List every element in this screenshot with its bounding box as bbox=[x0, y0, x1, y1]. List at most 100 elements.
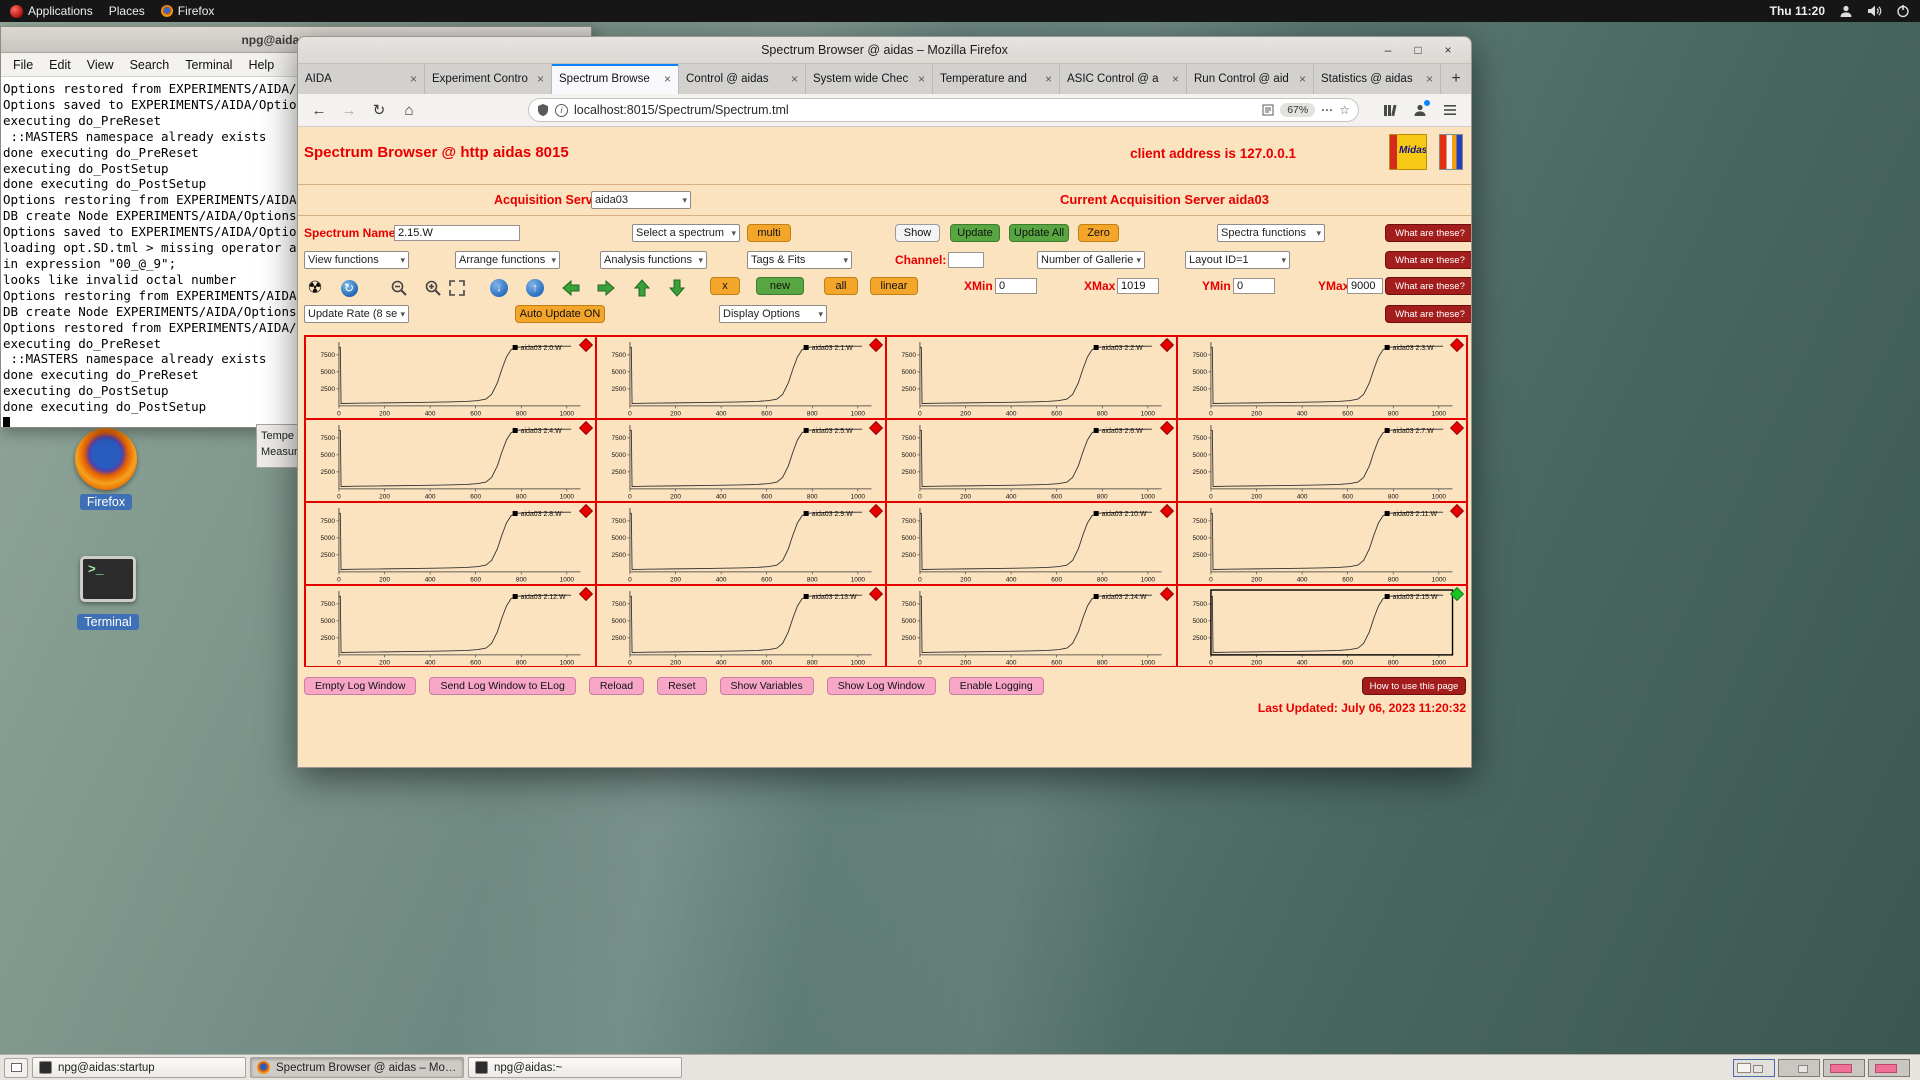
spectrum-cell[interactable]: 25005000750002004006008001000aida03 2.2.… bbox=[886, 336, 1177, 419]
minimize-button[interactable]: – bbox=[1375, 40, 1401, 60]
xmax-input[interactable] bbox=[1117, 278, 1159, 294]
zero-button[interactable]: Zero bbox=[1078, 224, 1119, 242]
maximize-button[interactable]: □ bbox=[1405, 40, 1431, 60]
layout-id-select[interactable]: Layout ID=1▾ bbox=[1185, 251, 1290, 269]
view-functions-select[interactable]: View functions▾ bbox=[304, 251, 409, 269]
analysis-functions-select[interactable]: Analysis functions▾ bbox=[600, 251, 707, 269]
tags-fits-select[interactable]: Tags & Fits▾ bbox=[747, 251, 852, 269]
tab-control-aidas[interactable]: Control @ aidas× bbox=[679, 64, 806, 94]
update-rate-select[interactable]: Update Rate (8 secs)▾ bbox=[304, 305, 409, 323]
up-arrow-icon[interactable] bbox=[631, 277, 653, 299]
tab-close-icon[interactable]: × bbox=[791, 72, 798, 86]
send-log-window-to-elog-button[interactable]: Send Log Window to ELog bbox=[429, 677, 575, 695]
close-button[interactable]: × bbox=[1435, 40, 1461, 60]
new-tab-button[interactable]: + bbox=[1441, 64, 1471, 94]
reload-button[interactable]: ↻ bbox=[368, 99, 390, 121]
display-options-select[interactable]: Display Options▾ bbox=[719, 305, 827, 323]
workspace-2[interactable] bbox=[1778, 1059, 1820, 1077]
what-are-these-button[interactable]: What are these? bbox=[1385, 277, 1472, 295]
tab-temperature-and[interactable]: Temperature and× bbox=[933, 64, 1060, 94]
show-log-window-button[interactable]: Show Log Window bbox=[827, 677, 936, 695]
workspace-1[interactable] bbox=[1733, 1059, 1775, 1077]
spectrum-cell[interactable]: 25005000750002004006008001000aida03 2.10… bbox=[886, 502, 1177, 585]
firefox-titlebar[interactable]: Spectrum Browser @ aidas – Mozilla Firef… bbox=[298, 37, 1471, 64]
spectrum-cell[interactable]: 25005000750002004006008001000aida03 2.13… bbox=[596, 585, 887, 668]
terminal-menu-file[interactable]: File bbox=[5, 56, 41, 74]
power-icon[interactable] bbox=[1896, 4, 1910, 18]
tab-aida[interactable]: AIDA× bbox=[298, 64, 425, 94]
taskbar-item-npg-aidas-[interactable]: npg@aidas:~ bbox=[468, 1057, 682, 1078]
home-button[interactable]: ⌂ bbox=[398, 99, 420, 121]
what-are-these-button[interactable]: What are these? bbox=[1385, 305, 1472, 323]
zoom-level-badge[interactable]: 67% bbox=[1280, 103, 1315, 117]
shield-icon[interactable] bbox=[537, 103, 549, 117]
zoom-in-icon[interactable] bbox=[422, 277, 444, 299]
expand-full-icon[interactable] bbox=[446, 277, 468, 299]
spectrum-cell[interactable]: 25005000750002004006008001000aida03 2.14… bbox=[886, 585, 1177, 668]
desktop-icon-firefox[interactable]: Firefox bbox=[58, 428, 154, 511]
site-info-icon[interactable]: i bbox=[555, 104, 568, 117]
auto-update-button[interactable]: Auto Update ON bbox=[515, 305, 605, 323]
ymax-input[interactable] bbox=[1347, 278, 1383, 294]
midas-logo[interactable]: Midas bbox=[1389, 134, 1427, 170]
desktop-icon-terminal[interactable]: Terminal bbox=[60, 552, 156, 631]
spectrum-cell[interactable]: 25005000750002004006008001000aida03 2.6.… bbox=[886, 419, 1177, 502]
update-all-button[interactable]: Update All bbox=[1009, 224, 1069, 242]
spectrum-cell[interactable]: 25005000750002004006008001000aida03 2.11… bbox=[1177, 502, 1468, 585]
spectrum-cell[interactable]: 25005000750002004006008001000aida03 2.12… bbox=[305, 585, 596, 668]
account-icon[interactable] bbox=[1409, 99, 1431, 121]
x-button[interactable]: x bbox=[710, 277, 740, 295]
spectrum-cell[interactable]: 25005000750002004006008001000aida03 2.9.… bbox=[596, 502, 887, 585]
terminal-menu-view[interactable]: View bbox=[79, 56, 122, 74]
topbar-menu-applications[interactable]: Applications bbox=[10, 4, 93, 18]
channel-input[interactable] bbox=[948, 252, 984, 268]
acquisition-server-select[interactable]: aida03▾ bbox=[591, 191, 691, 209]
taskbar-item-npg-aidas-startup[interactable]: npg@aidas:startup bbox=[32, 1057, 246, 1078]
enable-logging-button[interactable]: Enable Logging bbox=[949, 677, 1044, 695]
spectrum-cell[interactable]: 25005000750002004006008001000aida03 2.7.… bbox=[1177, 419, 1468, 502]
tab-close-icon[interactable]: × bbox=[1172, 72, 1179, 86]
tab-statistics-aidas[interactable]: Statistics @ aidas× bbox=[1314, 64, 1441, 94]
what-are-these-button[interactable]: What are these? bbox=[1385, 251, 1472, 269]
bookmark-star-icon[interactable]: ☆ bbox=[1339, 103, 1350, 117]
radiation-icon[interactable]: ☢ bbox=[304, 277, 326, 299]
back-button[interactable]: ← bbox=[308, 99, 330, 121]
spectrum-cell[interactable]: 25005000750002004006008001000aida03 2.0.… bbox=[305, 336, 596, 419]
tab-run-control-aid[interactable]: Run Control @ aid× bbox=[1187, 64, 1314, 94]
show-button[interactable]: Show bbox=[895, 224, 940, 242]
tab-close-icon[interactable]: × bbox=[918, 72, 925, 86]
tab-close-icon[interactable]: × bbox=[1299, 72, 1306, 86]
update-button[interactable]: Update bbox=[950, 224, 1000, 242]
volume-icon[interactable] bbox=[1867, 4, 1882, 18]
next-arrow-icon[interactable] bbox=[595, 277, 617, 299]
tab-close-icon[interactable]: × bbox=[664, 72, 671, 86]
terminal-menu-search[interactable]: Search bbox=[122, 56, 178, 74]
ymin-input[interactable] bbox=[1233, 278, 1275, 294]
spectra-functions-select[interactable]: Spectra functions▾ bbox=[1217, 224, 1325, 242]
tab-close-icon[interactable]: × bbox=[1426, 72, 1433, 86]
what-are-these-button[interactable]: What are these? bbox=[1385, 224, 1472, 242]
partner-logo[interactable] bbox=[1439, 134, 1463, 170]
new-button[interactable]: new bbox=[756, 277, 804, 295]
url-bar[interactable]: i localhost:8015/Spectrum/Spectrum.tml 6… bbox=[528, 98, 1359, 122]
prev-arrow-icon[interactable] bbox=[560, 277, 582, 299]
down-arrow-icon[interactable] bbox=[666, 277, 688, 299]
user-status-icon[interactable] bbox=[1839, 4, 1853, 18]
refresh-globe-icon[interactable]: ↻ bbox=[338, 277, 360, 299]
topbar-menu-places[interactable]: Places bbox=[109, 4, 145, 18]
reader-view-icon[interactable] bbox=[1262, 104, 1274, 116]
reload-button[interactable]: Reload bbox=[589, 677, 644, 695]
page-actions-icon[interactable]: ··· bbox=[1321, 103, 1333, 117]
clock[interactable]: Thu 11:20 bbox=[1770, 4, 1825, 18]
show-variables-button[interactable]: Show Variables bbox=[720, 677, 814, 695]
terminal-menu-terminal[interactable]: Terminal bbox=[177, 56, 240, 74]
zoom-out-icon[interactable] bbox=[388, 277, 410, 299]
workspace-3[interactable] bbox=[1823, 1059, 1865, 1077]
reset-button[interactable]: Reset bbox=[657, 677, 706, 695]
tab-close-icon[interactable]: × bbox=[410, 72, 417, 86]
spectrum-cell[interactable]: 25005000750002004006008001000aida03 2.15… bbox=[1177, 585, 1468, 668]
workspace-4[interactable] bbox=[1868, 1059, 1910, 1077]
number-of-galleries-select[interactable]: Number of Galleries▾ bbox=[1037, 251, 1145, 269]
taskbar-item-spectrum-browser-aidas-mozill-[interactable]: Spectrum Browser @ aidas – Mozill... bbox=[250, 1057, 464, 1078]
tab-experiment-contro[interactable]: Experiment Contro× bbox=[425, 64, 552, 94]
